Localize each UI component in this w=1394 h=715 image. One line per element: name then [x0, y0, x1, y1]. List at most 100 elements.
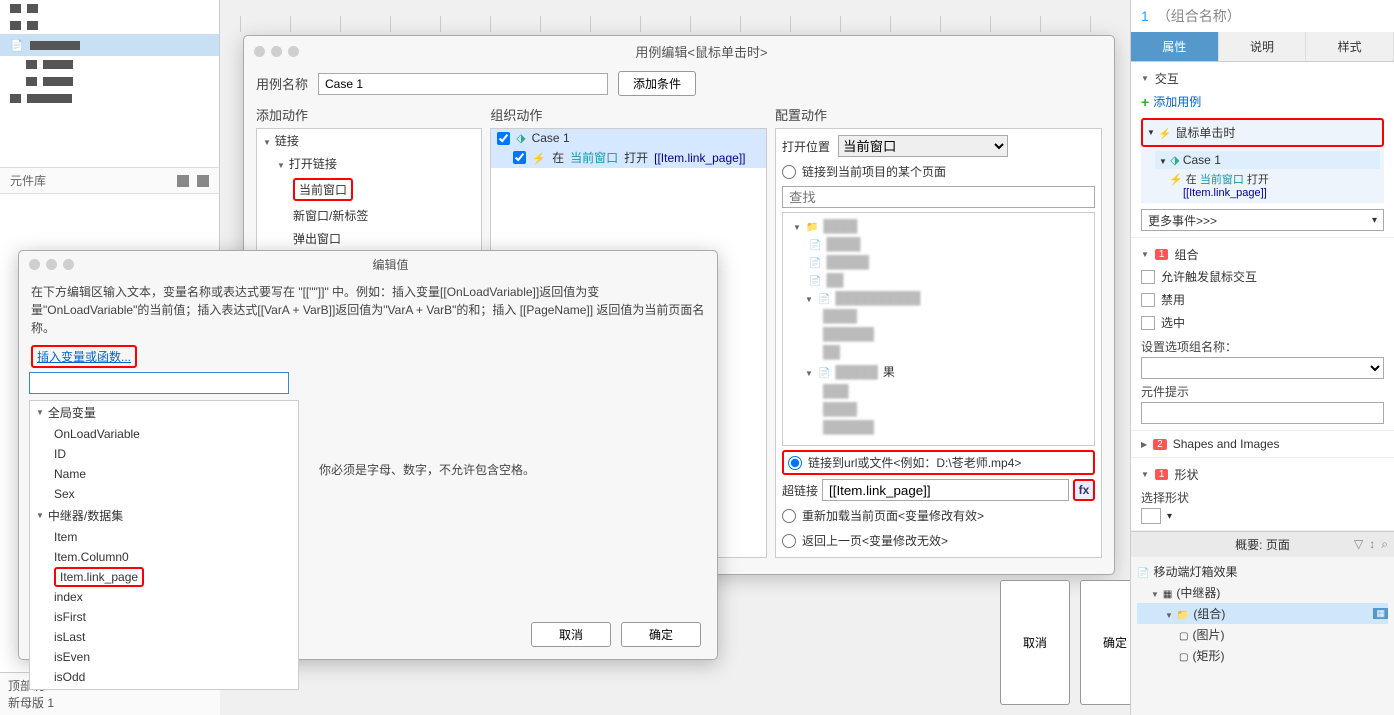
case-action-row[interactable]: ⚡ 在 当前窗口 打开 [[Item.link_page]] — [1145, 169, 1380, 201]
var-item[interactable]: index — [30, 587, 298, 607]
expression-input[interactable] — [29, 372, 289, 394]
radio-back[interactable]: 返回上一页<变量修改无效> — [782, 530, 1095, 551]
var-item[interactable]: isOdd — [30, 667, 298, 687]
more-events-select[interactable]: 更多事件>>> — [1141, 209, 1384, 231]
tab-notes[interactable]: 说明 — [1219, 32, 1307, 61]
group-section: 1组合 允许触发鼠标交互 禁用 选中 设置选项组名称： 元件提示 — [1131, 238, 1394, 431]
edit-value-note: 你必须是字母、数字，不允许包含空格。 — [319, 461, 535, 478]
list-icon[interactable] — [177, 175, 189, 187]
case-editor-cancel[interactable]: 取消 — [1000, 580, 1070, 705]
project-page-tree[interactable]: ████ ████ █████ ██ ██████████ ████ █████… — [782, 212, 1095, 446]
radio-link-page[interactable]: 链接到当前项目的某个页面 — [782, 161, 1095, 182]
outline-tree[interactable]: 移动端灯箱效果 (中继器) (组合)▦ (图片) (矩形) — [1131, 557, 1394, 670]
var-item-link-page[interactable]: Item.link_page — [54, 567, 144, 587]
action-popup[interactable]: 弹出窗口 — [293, 230, 341, 247]
tooltip-input[interactable] — [1141, 402, 1384, 424]
inspector-panel: 1 （组合名称） 属性 说明 样式 交互 添加用例 鼠标单击时 ▼ ⬗ Case… — [1130, 0, 1394, 715]
chk-selected[interactable]: 选中 — [1141, 311, 1384, 334]
event-onclick[interactable]: 鼠标单击时 — [1147, 122, 1378, 143]
radio-reload[interactable]: 重新加载当前页面<变量修改有效> — [782, 505, 1095, 526]
tab-style[interactable]: 样式 — [1306, 32, 1394, 61]
outline-item[interactable] — [0, 17, 219, 34]
var-item[interactable]: isLast — [30, 627, 298, 647]
inspector-title: 1 （组合名称） — [1131, 0, 1394, 32]
window-controls[interactable] — [29, 259, 74, 270]
outline-section: 概要: 页面 ▽↕⌕ 移动端灯箱效果 (中继器) (组合)▦ (图片) (矩形) — [1131, 531, 1394, 715]
hyperlink-input[interactable] — [822, 479, 1069, 501]
edit-value-dialog: 编辑值 在下方编辑区输入文本，变量名称或表达式要写在 "[[""]]" 中。例如… — [18, 250, 718, 660]
var-item[interactable]: ID — [30, 444, 298, 464]
dialog-title: 用例编辑<鼠标单击时> — [299, 42, 1104, 61]
action-new-window[interactable]: 新窗口/新标签 — [293, 207, 368, 224]
vars-global-header[interactable]: 全局变量 — [30, 401, 298, 424]
open-at-select[interactable]: 当前窗口 — [838, 135, 1008, 157]
open-at-label: 打开位置 — [782, 138, 830, 155]
var-item[interactable]: isFirst — [30, 607, 298, 627]
edit-value-cancel[interactable]: 取消 — [531, 622, 611, 647]
outline-header: 概要: 页面 ▽↕⌕ — [1131, 532, 1394, 557]
action-open-link[interactable]: 打开链接 — [289, 155, 337, 172]
window-controls[interactable] — [254, 46, 299, 57]
case-name-input[interactable] — [318, 73, 608, 95]
case-name-label: 用例名称 — [256, 74, 308, 93]
hyperlink-label: 超链接 — [782, 482, 818, 499]
var-item[interactable]: OnLoadVariable — [30, 424, 298, 444]
radio-link-url-input[interactable] — [788, 456, 802, 470]
edit-value-ok[interactable]: 确定 — [621, 622, 701, 647]
folder-icon — [806, 219, 818, 233]
shape-section: 1形状 选择形状 ▾ — [1131, 458, 1394, 531]
configure-action-header: 配置动作 — [775, 101, 1102, 128]
sort-icon[interactable]: ↕ — [1369, 537, 1375, 552]
radio-back-input[interactable] — [782, 534, 796, 548]
lightning-icon — [532, 151, 546, 165]
action-current-window[interactable]: 当前窗口 — [293, 178, 353, 201]
outline-item-selected[interactable] — [0, 34, 219, 56]
select-shape-label: 选择形状 — [1141, 485, 1384, 508]
var-item[interactable]: isEven — [30, 647, 298, 667]
var-item[interactable]: Name — [30, 464, 298, 484]
chk-allow-mouse[interactable]: 允许触发鼠标交互 — [1141, 265, 1384, 288]
component-library-label: 元件库 — [10, 172, 46, 189]
var-item[interactable]: Sex — [30, 484, 298, 504]
org-case-row[interactable]: ⬗ Case 1 — [491, 129, 766, 147]
search-icon[interactable] — [197, 175, 209, 187]
page-search-input[interactable] — [782, 186, 1095, 208]
outline-item[interactable] — [0, 0, 219, 17]
interactions-header[interactable]: 交互 — [1141, 68, 1384, 89]
shape-header[interactable]: 1形状 — [1141, 464, 1384, 485]
radio-link-page-input[interactable] — [782, 165, 796, 179]
radio-link-url[interactable]: 链接到url或文件<例如：D:\苍老师.mp4> — [782, 450, 1095, 475]
add-action-header: 添加动作 — [256, 101, 482, 128]
outline-item[interactable] — [0, 56, 219, 73]
shapes-images-section: 2Shapes and Images — [1131, 431, 1394, 458]
case-row[interactable]: ▼ ⬗ Case 1 — [1155, 151, 1380, 169]
edit-value-info: 在下方编辑区输入文本，变量名称或表达式要写在 "[[""]]" 中。例如：插入变… — [19, 277, 717, 343]
variable-tree[interactable]: 全局变量 OnLoadVariable ID Name Sex 中继器/数据集 … — [29, 400, 299, 690]
action-group-link[interactable]: 链接 — [275, 132, 299, 149]
action-checkbox[interactable] — [513, 151, 526, 164]
search-icon[interactable]: ⌕ — [1381, 537, 1388, 552]
radio-reload-input[interactable] — [782, 509, 796, 523]
shape-swatch[interactable] — [1141, 508, 1161, 524]
chk-disabled[interactable]: 禁用 — [1141, 288, 1384, 311]
add-case-link[interactable]: 添加用例 — [1141, 89, 1384, 114]
vars-repeater-header[interactable]: 中继器/数据集 — [30, 504, 298, 527]
shapes-images-header[interactable]: 2Shapes and Images — [1141, 437, 1384, 451]
page-icon — [10, 38, 24, 52]
add-condition-button[interactable]: 添加条件 — [618, 71, 696, 96]
insert-variable-link[interactable]: 插入变量或函数... — [31, 345, 137, 368]
set-group-select[interactable] — [1141, 357, 1384, 379]
inspector-tabs: 属性 说明 样式 — [1131, 32, 1394, 62]
group-header[interactable]: 1组合 — [1141, 244, 1384, 265]
fx-button[interactable]: fx — [1073, 479, 1095, 501]
set-group-label: 设置选项组名称： — [1141, 334, 1384, 357]
tab-properties[interactable]: 属性 — [1131, 32, 1219, 61]
filter-icon[interactable]: ▽ — [1354, 537, 1363, 552]
outline-item[interactable] — [0, 73, 219, 90]
org-action-row[interactable]: 在 当前窗口 打开 [[Item.link_page]] — [491, 147, 766, 168]
outline-item[interactable] — [0, 90, 219, 107]
var-item[interactable]: Item.Column0 — [30, 547, 298, 567]
configure-action-panel: 打开位置 当前窗口 链接到当前项目的某个页面 ████ ████ █████ █… — [775, 128, 1102, 558]
var-item[interactable]: Item — [30, 527, 298, 547]
case-checkbox[interactable] — [497, 132, 510, 145]
